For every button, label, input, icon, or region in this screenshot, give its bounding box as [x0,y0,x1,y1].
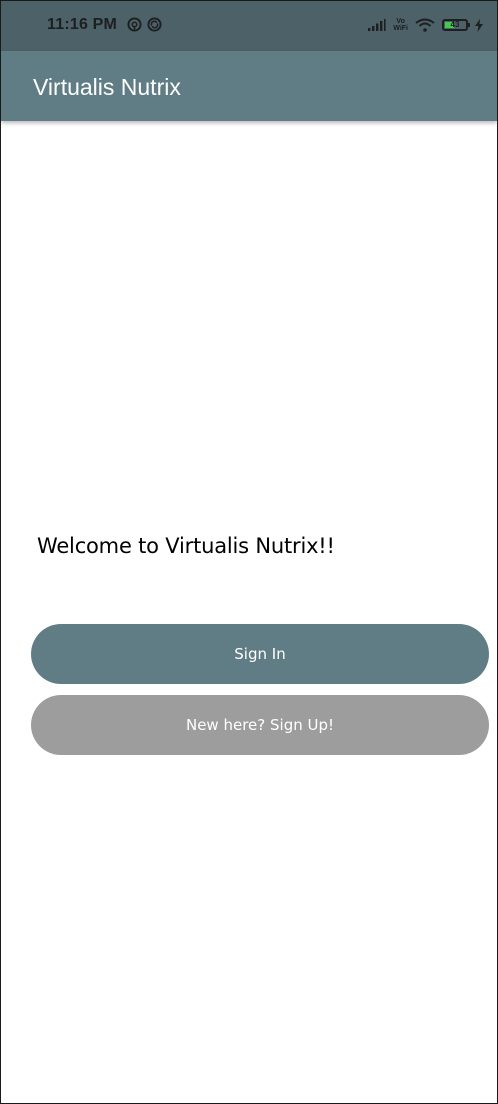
vowifi-icon: Vo WiFi [393,18,408,32]
battery-level-text: 43 [450,20,460,29]
hotspot-notification-icon [127,17,142,32]
app-title: Virtualis Nutrix [33,74,181,100]
sign-up-button-label: New here? Sign Up! [185,716,334,734]
status-time: 11:16 PM [47,16,118,33]
welcome-message: Welcome to Virtualis Nutrix!! [37,534,335,558]
status-icons: Vo WiFi 43 [368,15,483,35]
status-bar: 11:16 PM Vo WiFi 43 [1,1,497,51]
vowifi-bottom-text: WiFi [393,25,408,32]
app-bar: Virtualis Nutrix [1,51,497,121]
vowifi-top-text: Vo [396,18,405,25]
sign-in-button[interactable]: Sign In [31,624,489,684]
charging-icon [475,18,483,32]
wifi-icon [415,18,435,32]
sync-notification-icon [147,17,162,32]
sign-up-button[interactable]: New here? Sign Up! [31,695,489,755]
signal-icon [368,19,386,31]
app-screen: 11:16 PM Vo WiFi 43 Virtualis Nutrix Wel… [0,0,498,1104]
sign-in-button-label: Sign In [234,645,286,663]
battery-icon: 43 [442,19,470,31]
